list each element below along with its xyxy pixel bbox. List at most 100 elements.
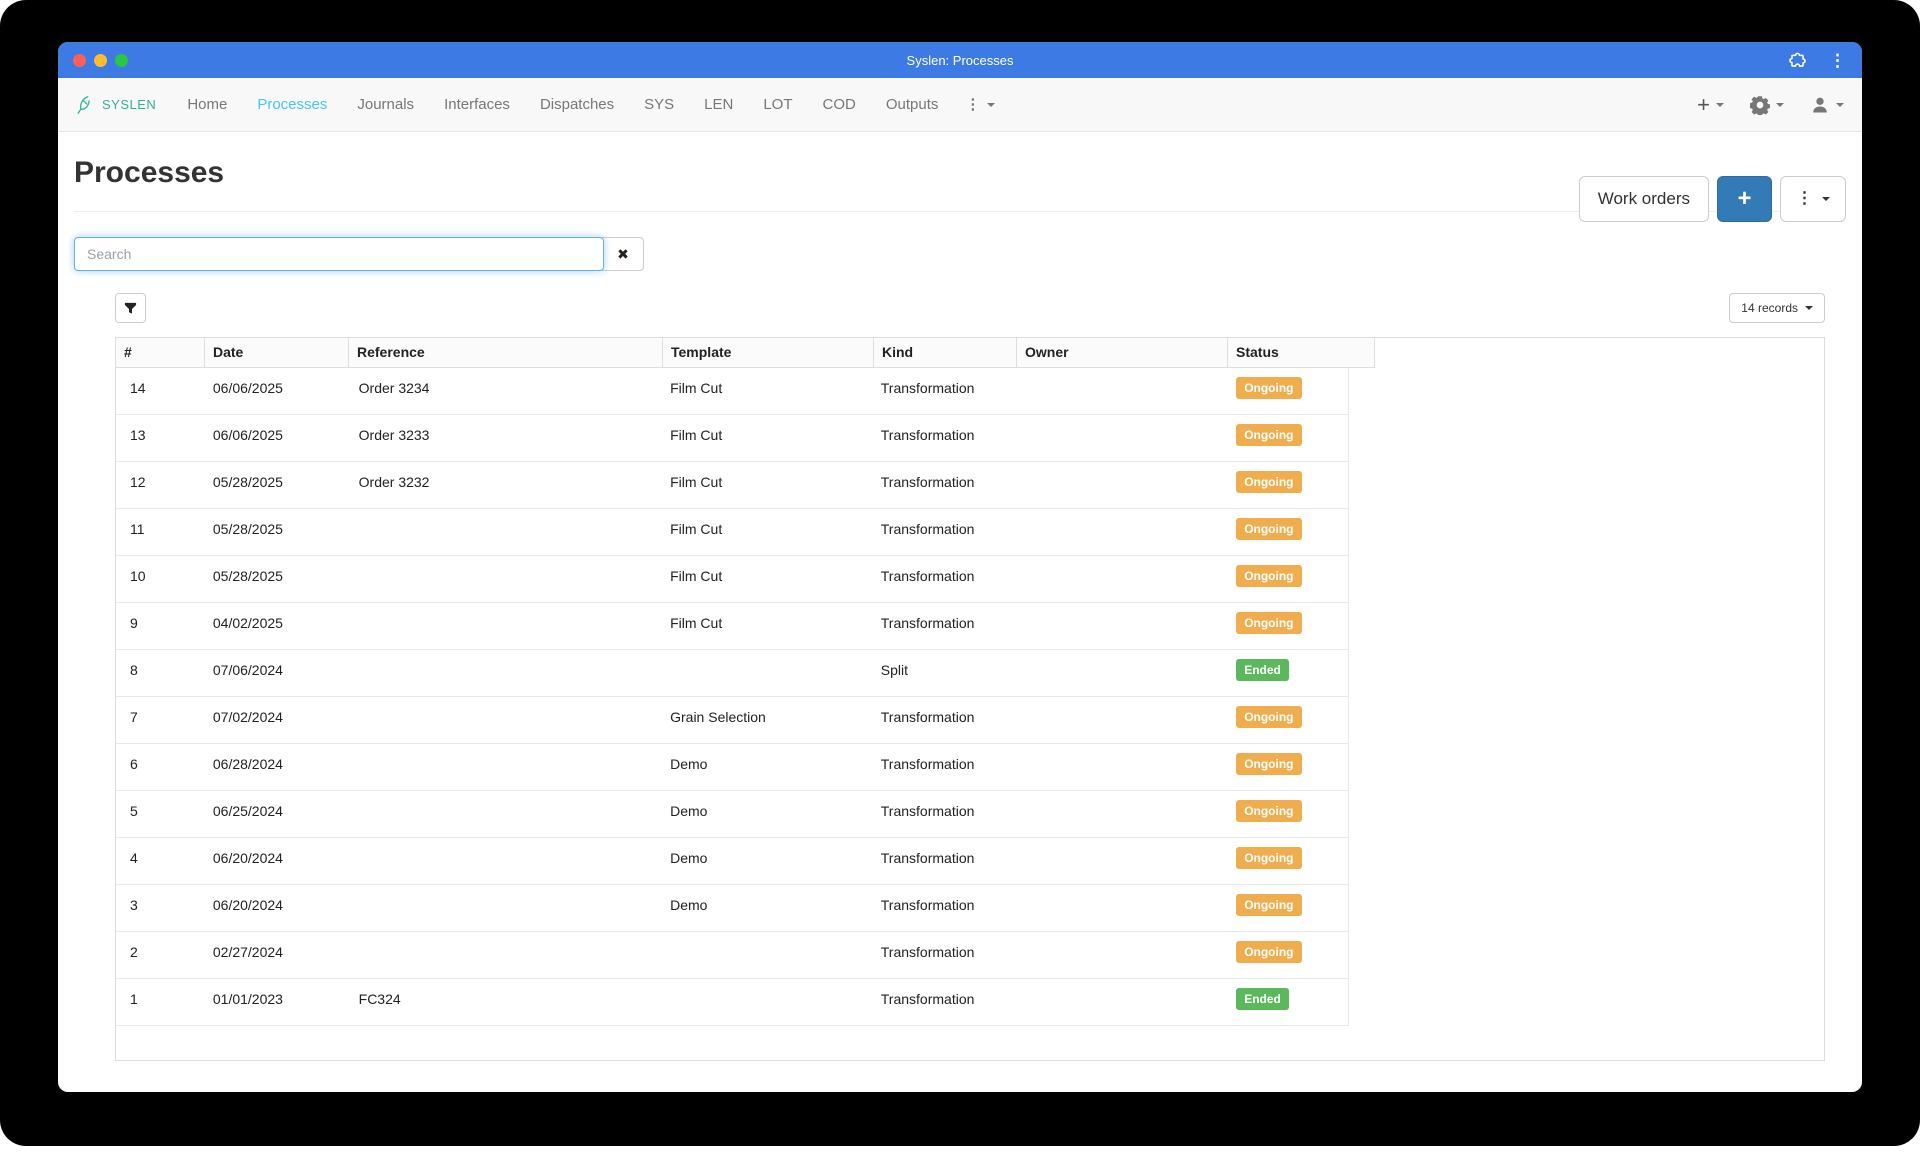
cell-num: 4 xyxy=(116,838,205,884)
column-header-reference[interactable]: Reference xyxy=(349,338,663,367)
cell-template: Film Cut xyxy=(662,556,873,602)
cell-owner xyxy=(1016,368,1227,414)
table-row[interactable]: 707/02/2024Grain SelectionTransformation… xyxy=(116,697,1348,744)
column-header-status[interactable]: Status xyxy=(1228,338,1375,367)
user-account-dropdown[interactable] xyxy=(1810,95,1844,115)
table-row[interactable]: 506/25/2024DemoTransformationOngoing xyxy=(116,791,1348,838)
cell-date: 04/02/2025 xyxy=(205,603,349,649)
cell-status: Ongoing xyxy=(1226,791,1348,837)
nav-item-home[interactable]: Home xyxy=(172,78,242,132)
column-header-template[interactable]: Template xyxy=(663,338,874,367)
cell-template: Grain Selection xyxy=(662,697,873,743)
records-count-dropdown[interactable]: 14 records xyxy=(1729,293,1825,323)
extensions-puzzle-icon[interactable] xyxy=(1788,51,1807,70)
nav-item-sys[interactable]: SYS xyxy=(629,78,689,132)
brand-logo[interactable]: SYSLEN xyxy=(74,94,156,116)
cell-date: 06/06/2025 xyxy=(205,368,349,414)
cell-status: Ongoing xyxy=(1226,885,1348,931)
table-row[interactable]: 101/01/2023FC324TransformationEnded xyxy=(116,979,1348,1026)
titlebar-actions: ⋮ xyxy=(1788,42,1846,78)
status-badge: Ongoing xyxy=(1236,706,1301,728)
records-count-label: 14 records xyxy=(1741,301,1798,315)
filter-button[interactable] xyxy=(115,293,146,323)
column-header-owner[interactable]: Owner xyxy=(1017,338,1228,367)
cell-owner xyxy=(1016,650,1227,696)
table-row[interactable]: 606/28/2024DemoTransformationOngoing xyxy=(116,744,1348,791)
cell-status: Ongoing xyxy=(1226,603,1348,649)
cell-date: 06/28/2024 xyxy=(205,744,349,790)
table-row[interactable]: 202/27/2024TransformationOngoing xyxy=(116,932,1348,979)
plus-icon: + xyxy=(1697,94,1710,116)
table-row[interactable]: 1105/28/2025Film CutTransformationOngoin… xyxy=(116,509,1348,556)
quick-add-dropdown[interactable]: + xyxy=(1697,94,1724,116)
work-orders-button[interactable]: Work orders xyxy=(1579,176,1709,222)
nav-item-processes[interactable]: Processes xyxy=(242,78,342,132)
cell-status: Ongoing xyxy=(1226,838,1348,884)
cell-num: 2 xyxy=(116,932,205,978)
cell-date: 01/01/2023 xyxy=(205,979,349,1025)
cell-template: Film Cut xyxy=(662,368,873,414)
search-input[interactable] xyxy=(74,237,604,271)
navbar-right-actions: + xyxy=(1697,78,1844,132)
window-titlebar: Syslen: Processes ⋮ xyxy=(58,42,1862,78)
status-badge: Ongoing xyxy=(1236,800,1301,822)
table-row[interactable]: 306/20/2024DemoTransformationOngoing xyxy=(116,885,1348,932)
cell-template: Film Cut xyxy=(662,462,873,508)
nav-item-outputs[interactable]: Outputs xyxy=(871,78,954,132)
cell-template xyxy=(662,932,873,978)
table-row[interactable]: 904/02/2025 Film CutTransformation Ongoing xyxy=(116,603,1348,650)
cell-num: 9 xyxy=(116,603,205,649)
table-header-row: #DateReferenceTemplateKindOwnerStatus xyxy=(116,338,1375,368)
cell-kind: Transformation xyxy=(873,603,1016,649)
column-header-kind[interactable]: Kind xyxy=(874,338,1017,367)
cell-owner xyxy=(1016,885,1227,931)
cell-owner xyxy=(1016,791,1227,837)
table-row[interactable]: 807/06/2024SplitEnded xyxy=(116,650,1348,697)
status-badge: Ongoing xyxy=(1236,894,1301,916)
cell-num: 11 xyxy=(116,509,205,555)
clear-search-button[interactable]: ✖ xyxy=(602,237,644,271)
cell-status: Ongoing xyxy=(1226,744,1348,790)
cell-template: Demo xyxy=(662,744,873,790)
nav-item-lot[interactable]: LOT xyxy=(748,78,807,132)
nav-item-journals[interactable]: Journals xyxy=(342,78,429,132)
cell-num: 13 xyxy=(116,415,205,461)
cell-status: Ongoing xyxy=(1226,509,1348,555)
cell-date: 02/27/2024 xyxy=(205,932,349,978)
browser-window: Syslen: Processes ⋮ SYSLEN xyxy=(58,42,1862,1092)
table-row[interactable]: 1306/06/2025Order 3233Film CutTransforma… xyxy=(116,415,1348,462)
nav-overflow-menu[interactable]: ⋮ xyxy=(953,97,1007,112)
table-toolbar: 14 records xyxy=(115,293,1825,323)
add-process-button[interactable]: + xyxy=(1717,176,1772,222)
processes-table-section: 14 records #DateReferenceTemplateKindOwn… xyxy=(115,293,1825,1061)
cell-kind: Transformation xyxy=(873,556,1016,602)
table-row[interactable]: 1005/28/2025Film CutTransformationOngoin… xyxy=(116,556,1348,603)
table-row[interactable]: 406/20/2024DemoTransformationOngoing xyxy=(116,838,1348,885)
cell-num: 1 xyxy=(116,979,205,1025)
cell-kind: Transformation xyxy=(873,415,1016,461)
table-row[interactable]: 1406/06/2025Order 3234Film CutTransforma… xyxy=(116,368,1348,415)
cell-status: Ended xyxy=(1226,650,1348,696)
cell-date: 06/20/2024 xyxy=(205,838,349,884)
status-badge: Ongoing xyxy=(1236,612,1301,634)
more-actions-dropdown[interactable]: ⋮ xyxy=(1780,176,1846,222)
nav-item-cod[interactable]: COD xyxy=(808,78,871,132)
cell-status: Ongoing xyxy=(1226,415,1348,461)
status-badge: Ongoing xyxy=(1236,941,1301,963)
nav-item-interfaces[interactable]: Interfaces xyxy=(429,78,525,132)
nav-item-dispatches[interactable]: Dispatches xyxy=(525,78,629,132)
nav-item-len[interactable]: LEN xyxy=(689,78,748,132)
screenshot-background: Syslen: Processes ⋮ SYSLEN xyxy=(0,0,1920,1146)
cell-kind: Transformation xyxy=(873,697,1016,743)
browser-menu-icon[interactable]: ⋮ xyxy=(1829,52,1846,69)
column-header-num[interactable]: # xyxy=(116,338,205,367)
settings-dropdown[interactable] xyxy=(1750,95,1784,115)
cell-reference xyxy=(349,509,662,555)
page-content: Processes Work orders + ⋮ ✖ xyxy=(58,156,1862,1061)
cell-template: Film Cut xyxy=(662,603,873,649)
table-row[interactable]: 1205/28/2025Order 3232Film CutTransforma… xyxy=(116,462,1348,509)
column-header-date[interactable]: Date xyxy=(205,338,349,367)
cell-reference xyxy=(349,603,662,649)
cell-status: Ongoing xyxy=(1226,556,1348,602)
status-badge: Ended xyxy=(1236,659,1289,681)
